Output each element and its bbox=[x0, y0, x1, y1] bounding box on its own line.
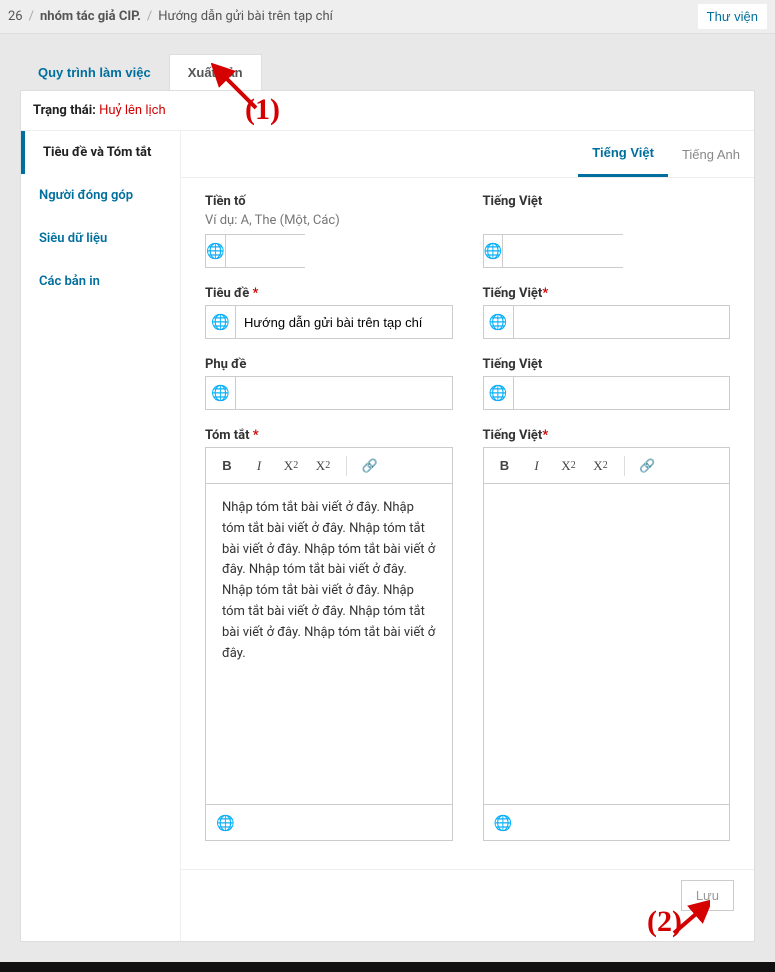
globe-icon: 🌐 bbox=[206, 235, 226, 267]
link-button[interactable]: 🔗 bbox=[357, 454, 383, 478]
globe-icon: 🌐 bbox=[484, 377, 514, 409]
langtab-en[interactable]: Tiếng Anh bbox=[668, 131, 754, 177]
sidenav-metadata[interactable]: Siêu dữ liệu bbox=[21, 217, 180, 260]
bold-button[interactable]: B bbox=[492, 454, 518, 478]
breadcrumb-sep: / bbox=[29, 9, 34, 24]
library-button[interactable]: Thư viện bbox=[698, 4, 767, 29]
prefix-label: Tiền tố bbox=[205, 194, 453, 209]
langtab-vi[interactable]: Tiếng Việt bbox=[578, 131, 668, 177]
language-tabs: Tiếng Việt Tiếng Anh bbox=[181, 131, 754, 178]
tab-workflow[interactable]: Quy trình làm việc bbox=[20, 54, 169, 90]
abstract-lang-body[interactable] bbox=[484, 484, 730, 804]
bold-button[interactable]: B bbox=[214, 454, 240, 478]
toolbar-separator bbox=[346, 456, 347, 476]
italic-button[interactable]: I bbox=[246, 454, 272, 478]
editor-footer: 🌐 bbox=[484, 804, 730, 840]
bottom-bar bbox=[0, 962, 775, 972]
superscript-button[interactable]: X2 bbox=[556, 454, 582, 478]
title-lang-input-wrap: 🌐 bbox=[483, 305, 731, 339]
subtitle-lang-input-wrap: 🌐 bbox=[483, 376, 731, 410]
prefix-lang-input[interactable] bbox=[503, 235, 695, 267]
status-row: Trạng thái: Huỷ lên lịch bbox=[21, 91, 754, 131]
sidenav-contributors[interactable]: Người đóng góp bbox=[21, 174, 180, 217]
breadcrumb-title: Hướng dẫn gửi bài trên tạp chí bbox=[158, 9, 333, 24]
main-form-area: (1) Tiếng Việt Tiếng Anh Tiền tố Ví dụ: … bbox=[181, 131, 754, 941]
globe-icon: 🌐 bbox=[206, 377, 236, 409]
subscript-button[interactable]: X2 bbox=[310, 454, 336, 478]
subtitle-label: Phụ đề bbox=[205, 357, 453, 372]
save-button[interactable]: Lưu bbox=[681, 880, 734, 911]
subscript-button[interactable]: X2 bbox=[588, 454, 614, 478]
globe-icon: 🌐 bbox=[484, 235, 504, 267]
superscript-button[interactable]: X2 bbox=[278, 454, 304, 478]
prefix-hint: Ví dụ: A, The (Một, Các) bbox=[205, 213, 453, 228]
breadcrumb-sep: / bbox=[147, 9, 152, 24]
prefix-input[interactable] bbox=[226, 235, 418, 267]
subtitle-input[interactable] bbox=[236, 377, 452, 409]
subtitle-input-wrap: 🌐 bbox=[205, 376, 453, 410]
breadcrumb: 26 / nhóm tác giả CIP. / Hướng dẫn gửi b… bbox=[8, 9, 333, 24]
breadcrumb-id: 26 bbox=[8, 9, 23, 24]
publish-panel: Trạng thái: Huỷ lên lịch Tiêu đề và Tóm … bbox=[20, 90, 755, 942]
title-label: Tiêu đề * bbox=[205, 286, 453, 301]
italic-button[interactable]: I bbox=[524, 454, 550, 478]
abstract-body[interactable]: Nhập tóm tắt bài viết ở đây. Nhập tóm tắ… bbox=[206, 484, 452, 804]
abstract-lang-editor: B I X2 X2 🔗 🌐 bbox=[483, 447, 731, 841]
status-cancel-link[interactable]: Huỷ lên lịch bbox=[99, 103, 166, 118]
side-nav: Tiêu đề và Tóm tắt Người đóng góp Siêu d… bbox=[21, 131, 181, 941]
abstract-editor: B I X2 X2 🔗 Nhập tóm tắt bài viết ở đây.… bbox=[205, 447, 453, 841]
prefix-lang-input-wrap: 🌐 bbox=[483, 234, 623, 268]
toolbar-separator bbox=[624, 456, 625, 476]
prefix-input-wrap: 🌐 bbox=[205, 234, 305, 268]
abstract-label: Tóm tắt * bbox=[205, 428, 453, 443]
main-tabs: Quy trình làm việc Xuất bản bbox=[20, 54, 775, 90]
link-button[interactable]: 🔗 bbox=[635, 454, 661, 478]
header-bar: 26 / nhóm tác giả CIP. / Hướng dẫn gửi b… bbox=[0, 0, 775, 34]
sidenav-title-abstract[interactable]: Tiêu đề và Tóm tắt bbox=[21, 131, 180, 174]
breadcrumb-group: nhóm tác giả CIP. bbox=[40, 9, 141, 24]
globe-icon: 🌐 bbox=[206, 306, 236, 338]
subtitle-lang-input[interactable] bbox=[514, 377, 730, 409]
tab-publish[interactable]: Xuất bản bbox=[169, 54, 262, 90]
editor-footer: 🌐 bbox=[206, 804, 452, 840]
title-input-wrap: 🌐 bbox=[205, 305, 453, 339]
editor-toolbar: B I X2 X2 🔗 bbox=[206, 448, 452, 484]
globe-icon: 🌐 bbox=[216, 814, 235, 832]
title-input[interactable] bbox=[236, 306, 452, 338]
save-row: Lưu bbox=[181, 869, 754, 921]
prefix-lang-label: Tiếng Việt bbox=[483, 194, 731, 209]
subtitle-lang-label: Tiếng Việt bbox=[483, 357, 731, 372]
abstract-lang-label: Tiếng Việt* bbox=[483, 428, 731, 443]
editor-toolbar: B I X2 X2 🔗 bbox=[484, 448, 730, 484]
title-lang-input[interactable] bbox=[514, 306, 730, 338]
title-lang-label: Tiếng Việt* bbox=[483, 286, 731, 301]
globe-icon: 🌐 bbox=[484, 306, 514, 338]
globe-icon: 🌐 bbox=[494, 814, 513, 832]
status-label: Trạng thái: bbox=[33, 103, 96, 118]
sidenav-galleys[interactable]: Các bản in bbox=[21, 260, 180, 303]
